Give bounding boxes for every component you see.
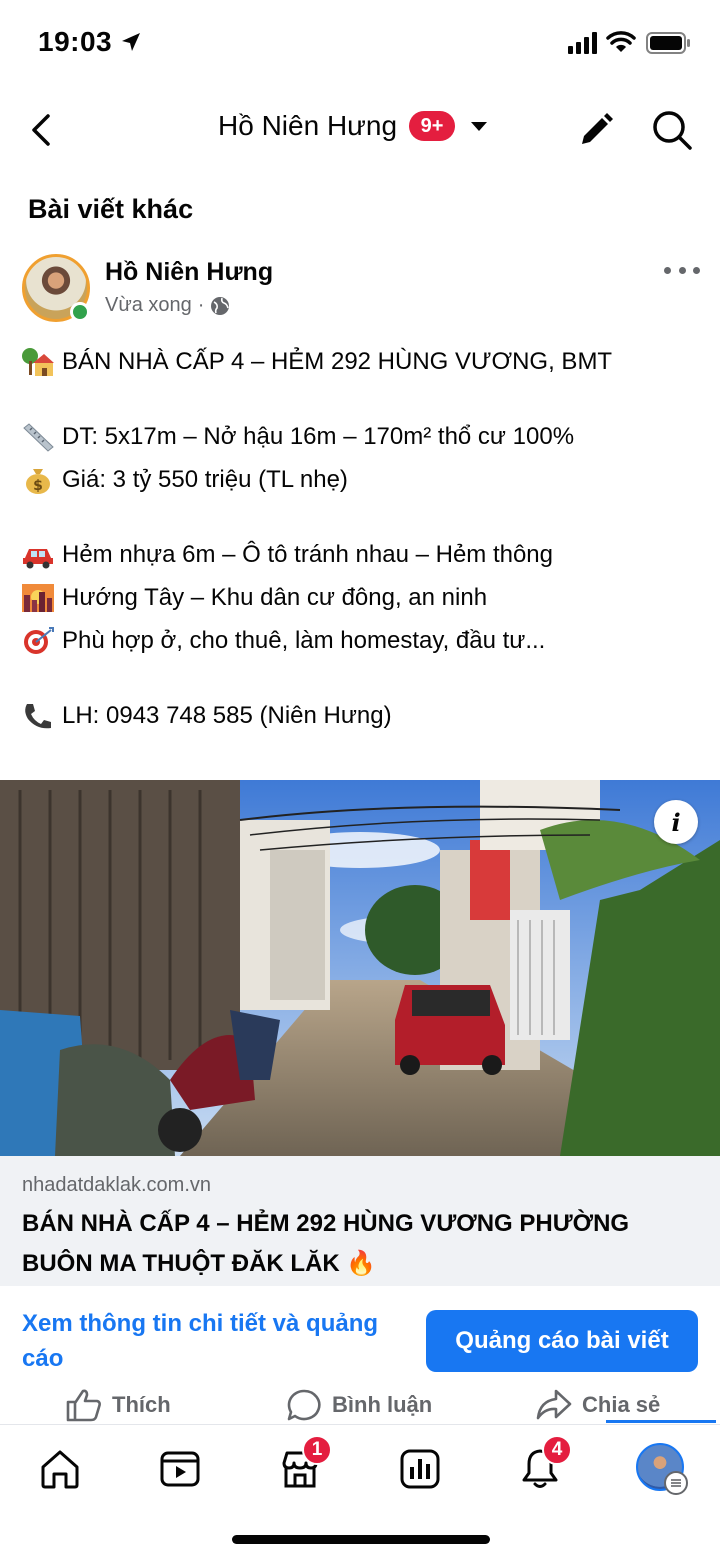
post-line-price: $ Giá: 3 tỷ 550 triệu (TL nhẹ) bbox=[20, 458, 710, 501]
post-title-text: BÁN NHÀ CẤP 4 – HẺM 292 HÙNG VƯƠNG, BMT bbox=[62, 348, 613, 375]
search-icon[interactable] bbox=[650, 108, 694, 152]
comment-label: Bình luận bbox=[332, 1392, 433, 1417]
dot bbox=[678, 266, 686, 274]
boost-post-button[interactable]: Quảng cáo bài viết bbox=[426, 1310, 698, 1372]
house-with-garden-icon bbox=[20, 346, 56, 378]
share-button[interactable]: Chia sẻ bbox=[536, 1388, 660, 1422]
back-button[interactable] bbox=[24, 108, 60, 152]
post-meta: Vừa xong · bbox=[105, 294, 230, 317]
section-title: Bài viết khác bbox=[28, 194, 194, 224]
view-details-link[interactable]: Xem thông tin chi tiết và quảng cáo bbox=[22, 1306, 422, 1376]
post-area-text: DT: 5x17m – Nở hậu 16m – 170m² thổ cư 10… bbox=[62, 423, 575, 450]
post-text: BÁN NHÀ CẤP 4 – HẺM 292 HÙNG VƯƠNG, BMT … bbox=[20, 340, 710, 737]
nav-home[interactable] bbox=[36, 1445, 84, 1493]
post-line-contact: LH: 0943 748 585 (Niên Hưng) bbox=[20, 694, 710, 737]
money-bag-icon: $ bbox=[20, 464, 56, 496]
post-road-text: Hẻm nhựa 6m – Ô tô tránh nhau – Hẻm thôn… bbox=[62, 541, 554, 568]
dashboard-chart-icon bbox=[400, 1449, 440, 1489]
status-bar: 19:03 bbox=[0, 0, 720, 88]
like-button[interactable]: Thích bbox=[66, 1388, 171, 1422]
wifi-icon bbox=[606, 31, 636, 52]
home-indicator bbox=[232, 1535, 490, 1544]
nav-dashboard[interactable] bbox=[396, 1445, 444, 1493]
post-gap bbox=[20, 662, 710, 694]
share-arrow-icon bbox=[536, 1389, 572, 1420]
menu-lines-icon bbox=[664, 1471, 688, 1495]
like-label: Thích bbox=[112, 1392, 171, 1417]
post-line-title: BÁN NHÀ CẤP 4 – HẺM 292 HÙNG VƯƠNG, BMT bbox=[20, 340, 710, 383]
cityscape-sunset-icon bbox=[20, 582, 56, 614]
post-purpose-text: Phù hợp ở, cho thuê, làm homestay, đầu t… bbox=[62, 627, 546, 654]
straight-ruler-icon bbox=[20, 421, 56, 453]
telephone-icon bbox=[20, 700, 56, 732]
link-preview[interactable]: nhadatdaklak.com.vn BÁN NHÀ CẤP 4 – HẺM … bbox=[0, 1156, 720, 1286]
edit-pencil-icon[interactable] bbox=[576, 110, 616, 150]
meta-separator: · bbox=[197, 294, 205, 316]
dot bbox=[693, 266, 700, 274]
info-icon[interactable]: i bbox=[654, 800, 698, 844]
thumbs-up-icon bbox=[66, 1389, 101, 1422]
post-gap bbox=[20, 383, 710, 415]
post-line-purpose: Phù hợp ở, cho thuê, làm homestay, đầu t… bbox=[20, 619, 710, 662]
signal-icon bbox=[568, 32, 597, 54]
location-arrow-icon bbox=[122, 33, 140, 51]
svg-text:$: $ bbox=[33, 478, 43, 494]
post-gap bbox=[20, 501, 710, 533]
notifications-badge: 4 bbox=[542, 1435, 572, 1465]
link-domain: nhadatdaklak.com.vn bbox=[22, 1174, 212, 1196]
profile-switcher[interactable]: Hồ Niên Hưng 9+ bbox=[218, 110, 488, 142]
street-photo-illustration bbox=[0, 780, 720, 1156]
post-line-area: DT: 5x17m – Nở hậu 16m – 170m² thổ cư 10… bbox=[20, 415, 710, 458]
video-play-icon bbox=[160, 1451, 200, 1487]
post-contact-text: LH: 0943 748 585 (Niên Hưng) bbox=[62, 702, 392, 729]
notification-count-badge: 9+ bbox=[409, 111, 456, 141]
caret-down-icon bbox=[471, 121, 488, 131]
nav-notifications[interactable]: 4 bbox=[516, 1435, 572, 1493]
comment-button[interactable]: Bình luận bbox=[286, 1388, 432, 1422]
share-label: Chia sẻ bbox=[582, 1392, 661, 1417]
post-line-road: Hẻm nhựa 6m – Ô tô tránh nhau – Hẻm thôn… bbox=[20, 533, 710, 576]
battery-icon bbox=[646, 32, 690, 54]
post-more-options-button[interactable] bbox=[664, 258, 700, 282]
marketplace-badge: 1 bbox=[302, 1435, 332, 1465]
header-title: Hồ Niên Hưng bbox=[218, 110, 398, 141]
nav-marketplace[interactable]: 1 bbox=[276, 1435, 332, 1493]
nav-video[interactable] bbox=[156, 1445, 204, 1493]
car-icon bbox=[20, 539, 56, 571]
post-photo[interactable] bbox=[0, 780, 720, 1156]
post-time[interactable]: Vừa xong bbox=[105, 294, 192, 317]
comment-bubble-icon bbox=[287, 1389, 321, 1421]
link-title: BÁN NHÀ CẤP 4 – HẺM 292 HÙNG VƯƠNG PHƯỜN… bbox=[22, 1210, 630, 1277]
post-author-name[interactable]: Hồ Niên Hưng bbox=[105, 258, 273, 287]
globe-icon bbox=[211, 296, 230, 315]
status-time: 19:03 bbox=[38, 26, 113, 57]
target-icon bbox=[20, 625, 56, 657]
post-direction-text: Hướng Tây – Khu dân cư đông, an ninh bbox=[62, 584, 488, 611]
active-tab-indicator bbox=[606, 1420, 716, 1423]
profile-header: Hồ Niên Hưng 9+ bbox=[0, 96, 720, 166]
post-line-direction: Hướng Tây – Khu dân cư đông, an ninh bbox=[20, 576, 710, 619]
home-icon bbox=[41, 1450, 79, 1489]
dot bbox=[664, 266, 671, 274]
post-price-text: Giá: 3 tỷ 550 triệu (TL nhẹ) bbox=[62, 466, 348, 493]
menu-lines-glyph bbox=[671, 1479, 681, 1487]
online-status-dot bbox=[70, 302, 90, 322]
